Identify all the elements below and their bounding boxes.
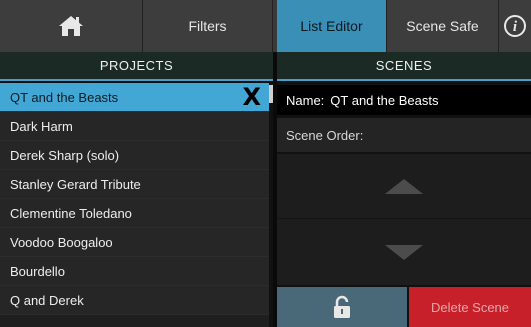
delete-project-icon[interactable]: X bbox=[242, 85, 261, 109]
tab-filters-label: Filters bbox=[188, 18, 227, 34]
list-item-label: Clementine Toledano bbox=[10, 205, 132, 221]
info-icon: i bbox=[504, 15, 526, 37]
tab-scene-safe[interactable]: Scene Safe bbox=[387, 0, 499, 52]
projects-list: QT and the Beasts X Dark Harm Derek Shar… bbox=[0, 83, 269, 327]
move-down-button[interactable] bbox=[277, 220, 531, 285]
move-up-button[interactable] bbox=[277, 154, 531, 219]
scene-name-prefix: Name: bbox=[286, 92, 325, 108]
list-item[interactable]: Stanley Gerard Tribute bbox=[0, 170, 269, 199]
list-item[interactable]: Derek Sharp (solo) bbox=[0, 141, 269, 170]
list-item[interactable]: QT and the Beasts X bbox=[0, 83, 269, 112]
info-button[interactable]: i bbox=[499, 0, 531, 52]
list-item-label: Q and Derek bbox=[10, 292, 84, 308]
projects-header: PROJECTS bbox=[0, 52, 273, 81]
scrollbar-thumb[interactable] bbox=[269, 85, 273, 103]
list-item-label: Bourdello bbox=[10, 263, 65, 279]
top-toolbar: Filters List Editor Scene Safe i bbox=[0, 0, 531, 52]
projects-scrollbar[interactable] bbox=[269, 83, 273, 327]
tab-scene-safe-label: Scene Safe bbox=[406, 18, 479, 34]
scenes-header: SCENES bbox=[277, 52, 531, 81]
scene-name-row: Name: QT and the Beasts bbox=[277, 85, 531, 115]
tab-filters[interactable]: Filters bbox=[143, 0, 273, 52]
delete-scene-label: Delete Scene bbox=[430, 299, 510, 315]
list-item[interactable]: Q and Derek bbox=[0, 286, 269, 315]
list-item[interactable]: Dark Harm bbox=[0, 112, 269, 141]
list-item-label: Derek Sharp (solo) bbox=[10, 147, 120, 163]
lock-button[interactable] bbox=[277, 287, 407, 327]
tab-list-editor[interactable]: List Editor bbox=[277, 0, 387, 52]
home-button[interactable] bbox=[0, 0, 143, 52]
lock-icon bbox=[334, 295, 350, 318]
delete-scene-button[interactable]: Delete Scene bbox=[409, 287, 531, 327]
arrow-down-icon bbox=[385, 245, 423, 260]
list-item-label: Dark Harm bbox=[10, 118, 73, 134]
list-item[interactable]: Clementine Toledano bbox=[0, 199, 269, 228]
list-item-label: QT and the Beasts bbox=[10, 89, 119, 105]
scene-order-controls bbox=[277, 154, 531, 285]
home-icon bbox=[59, 16, 83, 36]
arrow-up-icon bbox=[385, 178, 423, 194]
scene-name-value[interactable]: QT and the Beasts bbox=[330, 93, 438, 108]
svg-text:i: i bbox=[513, 19, 518, 35]
tab-list-editor-label: List Editor bbox=[300, 18, 363, 34]
scene-order-label: Scene Order: bbox=[286, 127, 364, 143]
scene-order-row: Scene Order: bbox=[277, 118, 531, 152]
scenes-header-label: SCENES bbox=[375, 58, 433, 73]
list-item-label: Voodoo Boogaloo bbox=[10, 234, 113, 250]
list-item[interactable]: Voodoo Boogaloo bbox=[0, 228, 269, 257]
projects-header-label: PROJECTS bbox=[99, 58, 174, 73]
list-item-label: Stanley Gerard Tribute bbox=[10, 176, 141, 192]
list-item[interactable]: Bourdello bbox=[0, 257, 269, 286]
